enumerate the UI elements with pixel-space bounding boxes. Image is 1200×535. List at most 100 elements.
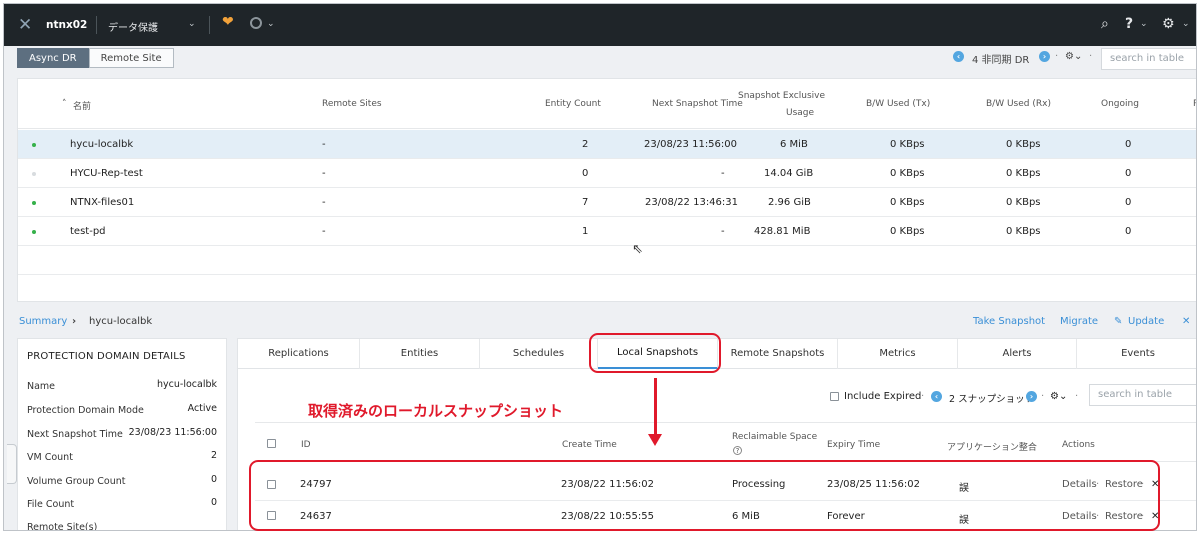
detail-label: Name <box>27 381 56 392</box>
column-header-entity-count[interactable]: Entity Count <box>545 99 601 109</box>
detail-label: Remote Site(s) <box>27 522 98 531</box>
view-tabs: Async DR Remote Site <box>17 48 174 68</box>
gear-icon[interactable]: ⚙ <box>1162 16 1175 32</box>
table-settings-gear-icon[interactable]: ⚙⌄ <box>1065 51 1082 62</box>
tab-alerts[interactable]: Alerts <box>958 339 1077 369</box>
detail-label: Next Snapshot Time <box>27 429 123 440</box>
cluster-name[interactable]: ntnx02 <box>46 19 87 31</box>
pd-name[interactable]: HYCU-Rep-test <box>70 168 143 179</box>
column-header-remote-sites[interactable]: Remote Sites <box>322 99 382 109</box>
close-icon[interactable]: ✕ <box>1182 316 1190 327</box>
column-header-reclaimable-space[interactable]: Reclaimable Space <box>732 432 817 442</box>
take-snapshot-link[interactable]: Take Snapshot <box>973 316 1045 327</box>
breadcrumb-summary[interactable]: Summary <box>19 316 67 327</box>
detail-label: File Count <box>27 499 75 510</box>
section-selector[interactable]: データ保護 <box>108 19 158 34</box>
column-header-create-time[interactable]: Create Time <box>562 440 617 450</box>
breadcrumb-current: hycu-localbk <box>89 316 153 327</box>
column-header-expiry-time[interactable]: Expiry Time <box>827 440 880 450</box>
entity-count: 2 <box>582 139 589 150</box>
pd-name[interactable]: hycu-localbk <box>70 139 133 150</box>
separator-dot: · <box>921 391 925 402</box>
empty-row <box>18 246 1196 275</box>
nutanix-logo-icon[interactable]: ✕ <box>18 17 34 34</box>
info-icon: › <box>1026 391 1037 403</box>
separator-dot: · <box>1075 391 1079 402</box>
column-header-ongoing[interactable]: Ongoing <box>1101 99 1139 109</box>
pencil-icon[interactable]: ✎ <box>1114 316 1122 327</box>
table-row[interactable]: NTNX-files01 - 7 23/08/22 13:46:31 2.96 … <box>18 188 1196 217</box>
snapshot-count-label: 2 スナップショット <box>949 394 1035 405</box>
tab-entities[interactable]: Entities <box>360 339 480 369</box>
column-header-bw-tx[interactable]: B/W Used (Tx) <box>866 99 930 109</box>
sort-icon[interactable]: ˄ <box>62 99 67 109</box>
select-all-checkbox[interactable] <box>267 439 276 448</box>
entity-count: 1 <box>582 226 589 237</box>
bw-tx: 0 KBps <box>890 197 925 208</box>
ongoing: 0 <box>1125 168 1132 179</box>
tab-events[interactable]: Events <box>1077 339 1196 369</box>
next-snapshot-time: 23/08/23 11:56:00 <box>644 139 738 150</box>
column-header-truncated[interactable]: P <box>1193 99 1196 109</box>
table-row[interactable]: HYCU-Rep-test - 0 - 14.04 GiB 0 KBps 0 K… <box>18 159 1196 188</box>
table-header: ˄ 名前 Remote Sites Entity Count Next Snap… <box>18 79 1196 129</box>
include-expired-checkbox[interactable] <box>830 392 839 401</box>
chevron-down-icon[interactable]: ⌄ <box>1140 19 1148 29</box>
tab-replications[interactable]: Replications <box>238 339 360 369</box>
sidebar-drag-handle[interactable] <box>7 444 17 484</box>
search-input[interactable]: search in table <box>1101 48 1196 70</box>
next-snapshot-time: - <box>721 168 725 179</box>
chevron-down-icon[interactable]: ⌄ <box>267 19 275 29</box>
migrate-link[interactable]: Migrate <box>1060 316 1098 327</box>
status-dot <box>32 201 36 205</box>
top-navigation-bar: ✕ ntnx02 データ保護 ⌄ ❤ ⌄ ⌕ ? ⌄ ⚙ ⌄ <box>4 4 1196 46</box>
column-header-snapshot-exclusive[interactable]: Snapshot Exclusive <box>738 91 825 101</box>
chevron-down-icon[interactable]: ⌄ <box>1182 19 1190 29</box>
table-settings-gear-icon[interactable]: ⚙⌄ <box>1050 391 1067 402</box>
details-title: PROTECTION DOMAIN DETAILS <box>27 351 186 362</box>
chevron-right-icon: › <box>72 316 77 327</box>
highlight-box-snapshot-rows <box>249 460 1160 531</box>
status-dot <box>32 172 36 176</box>
update-link[interactable]: Update <box>1128 316 1164 327</box>
chevron-down-icon[interactable]: ⌄ <box>188 19 196 29</box>
protection-domain-details: PROTECTION DOMAIN DETAILS Name hycu-loca… <box>17 338 227 531</box>
ongoing: 0 <box>1125 197 1132 208</box>
protection-domain-table: ˄ 名前 Remote Sites Entity Count Next Snap… <box>17 78 1196 302</box>
detail-value: Active <box>187 403 217 414</box>
column-header-bw-rx[interactable]: B/W Used (Rx) <box>986 99 1051 109</box>
search-icon[interactable]: ⌕ <box>1101 16 1109 32</box>
column-header-name[interactable]: 名前 <box>73 99 91 112</box>
snapshot-search-input[interactable]: search in table <box>1089 384 1196 406</box>
remote-sites: - <box>322 139 326 150</box>
table-row[interactable]: test-pd - 1 - 428.81 MiB 0 KBps 0 KBps 0 <box>18 217 1196 246</box>
column-header-id[interactable]: ID <box>301 440 311 450</box>
pd-name[interactable]: NTNX-files01 <box>70 197 134 208</box>
app-window: ✕ ntnx02 データ保護 ⌄ ❤ ⌄ ⌕ ? ⌄ ⚙ ⌄ Async DR … <box>3 3 1197 531</box>
mouse-cursor-icon: ⇖ <box>632 242 643 257</box>
next-snapshot-time: - <box>721 226 725 237</box>
info-icon: › <box>1039 51 1050 63</box>
info-icon: ‹ <box>931 391 942 403</box>
column-header-usage[interactable]: Usage <box>786 108 814 118</box>
help-circle-icon[interactable]: ? <box>733 446 742 455</box>
highlight-box-local-snapshots-tab <box>589 333 721 373</box>
table-row[interactable]: hycu-localbk - 2 23/08/23 11:56:00 6 MiB… <box>18 130 1196 159</box>
tab-metrics[interactable]: Metrics <box>838 339 958 369</box>
column-header-actions[interactable]: Actions <box>1062 440 1095 450</box>
help-icon[interactable]: ? <box>1125 16 1133 32</box>
tab-schedules[interactable]: Schedules <box>480 339 598 369</box>
separator-dot: · <box>1055 51 1059 62</box>
tab-remote-site[interactable]: Remote Site <box>88 48 174 68</box>
health-icon[interactable]: ❤ <box>222 15 236 29</box>
column-header-app-consistent[interactable]: アプリケーション整合 <box>947 440 1037 453</box>
usage: 428.81 MiB <box>754 226 811 237</box>
include-expired-label[interactable]: Include Expired <box>844 391 921 402</box>
alerts-ring-icon[interactable] <box>250 17 262 29</box>
column-header-next-snapshot[interactable]: Next Snapshot Time <box>652 99 743 109</box>
pd-name[interactable]: test-pd <box>70 226 106 237</box>
divider <box>96 16 97 34</box>
pd-count-label: 4 非同期 DR <box>972 55 1030 66</box>
tab-async-dr[interactable]: Async DR <box>17 48 89 68</box>
tab-remote-snapshots[interactable]: Remote Snapshots <box>718 339 838 369</box>
